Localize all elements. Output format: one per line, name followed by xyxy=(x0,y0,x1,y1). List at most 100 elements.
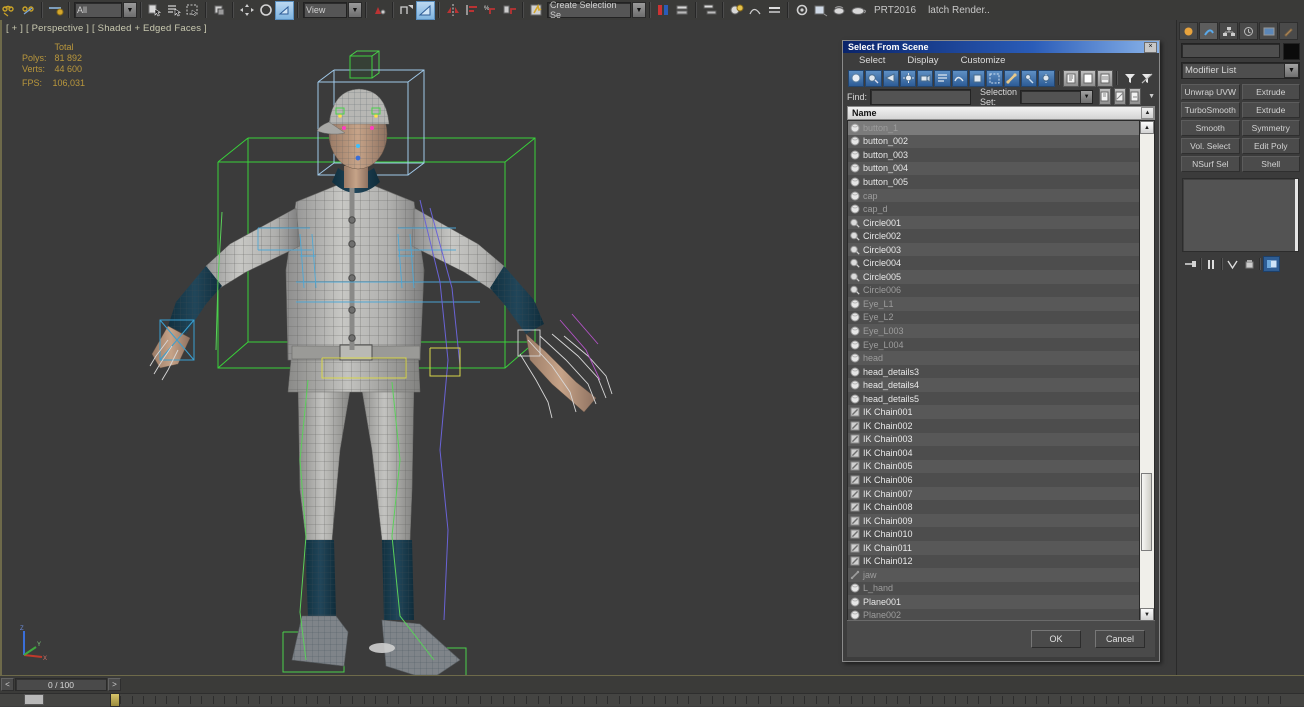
display-bones-icon[interactable] xyxy=(1003,69,1020,87)
motion-tab[interactable] xyxy=(1239,22,1258,40)
timeline-ruler[interactable] xyxy=(0,693,1304,706)
list-vertical-scrollbar[interactable]: ▲ ▼ xyxy=(1139,121,1154,621)
list-item[interactable]: button_004 xyxy=(848,161,1139,176)
list-item[interactable]: IK Chain010 xyxy=(848,527,1139,541)
named-selection-sets-icon[interactable] xyxy=(527,1,546,20)
select-scale-icon[interactable] xyxy=(275,0,294,20)
list-item[interactable]: Eye_L2 xyxy=(848,310,1139,325)
list-item[interactable]: head_details4 xyxy=(848,378,1139,392)
remove-modifier-icon[interactable] xyxy=(1242,257,1257,271)
select-object-icon[interactable] xyxy=(145,1,164,20)
list-item[interactable]: IK Chain006 xyxy=(848,473,1139,487)
cancel-button[interactable]: Cancel xyxy=(1095,630,1145,648)
list-item[interactable]: IK Chain004 xyxy=(848,446,1139,460)
list-item[interactable]: Eye_L003 xyxy=(848,324,1139,338)
key-filter-icon[interactable] xyxy=(24,694,44,705)
edit-selection-set-icon[interactable] xyxy=(1129,88,1142,105)
modifier-button[interactable]: Edit Poly xyxy=(1241,138,1300,154)
modify-tab[interactable] xyxy=(1199,22,1218,40)
use-pivot-center-icon[interactable] xyxy=(370,1,389,20)
list-types-icon[interactable] xyxy=(1062,69,1079,87)
modifier-button[interactable]: Extrude xyxy=(1241,84,1300,100)
list-item[interactable]: IK Chain012 xyxy=(848,554,1139,569)
sort-alphabetical-icon[interactable] xyxy=(1079,69,1097,87)
display-helpers-icon[interactable] xyxy=(934,69,951,87)
curve-editor-icon[interactable] xyxy=(746,1,765,20)
render-setup-icon[interactable] xyxy=(792,1,811,20)
list-item[interactable]: cap xyxy=(848,188,1139,203)
display-xrefs-icon[interactable] xyxy=(986,69,1003,87)
filter-icon[interactable] xyxy=(1121,69,1138,87)
selection-set-name-field[interactable]: Create Selection Se xyxy=(547,0,631,20)
scrollbar-thumb[interactable] xyxy=(1141,473,1152,551)
render-frame-window-icon[interactable] xyxy=(811,1,830,20)
render-production-icon[interactable] xyxy=(830,1,849,20)
dialog-title-bar[interactable]: Select From Scene × xyxy=(843,41,1159,53)
modifier-button[interactable]: Vol. Select xyxy=(1181,138,1240,154)
select-region-icon[interactable] xyxy=(183,1,202,20)
list-item[interactable]: Plane001 xyxy=(848,595,1139,609)
modifier-list-dropdown[interactable]: Modifier List ▼ xyxy=(1181,62,1300,79)
next-frame-button[interactable]: > xyxy=(108,678,121,691)
list-item[interactable]: IK Chain003 xyxy=(848,432,1139,447)
mirror-tool-icon[interactable] xyxy=(654,1,673,20)
display-tab[interactable] xyxy=(1259,22,1278,40)
list-item[interactable]: Circle001 xyxy=(848,215,1139,230)
redo-icon[interactable] xyxy=(19,1,38,20)
display-geometry-icon[interactable] xyxy=(865,69,882,87)
align-icon[interactable] xyxy=(462,1,481,20)
find-input[interactable] xyxy=(870,88,972,105)
scene-object-list[interactable]: button_1 button_002 button_003 button_004 bu… xyxy=(847,120,1155,622)
display-cameras-icon[interactable] xyxy=(917,69,934,87)
object-color-swatch[interactable] xyxy=(1283,43,1300,60)
window-crossing-icon[interactable] xyxy=(210,1,229,20)
pin-stack-icon[interactable] xyxy=(1183,257,1198,271)
list-item[interactable]: Circle002 xyxy=(848,229,1139,243)
list-item[interactable]: L_hand xyxy=(848,581,1139,596)
prev-frame-button[interactable]: < xyxy=(1,678,14,691)
scroll-up-icon[interactable]: ▲ xyxy=(1140,121,1154,134)
list-item[interactable]: IK Chain007 xyxy=(848,486,1139,501)
selection-filter-dropdown-icon[interactable]: ▼ xyxy=(123,2,137,18)
dope-sheet-icon[interactable] xyxy=(765,1,784,20)
list-column-header[interactable]: Name ▲ xyxy=(847,106,1155,120)
undo-icon[interactable] xyxy=(0,1,19,20)
modifier-button[interactable]: Smooth xyxy=(1181,120,1240,136)
configure-sets-icon[interactable] xyxy=(1263,256,1280,272)
select-link-icon[interactable] xyxy=(46,1,65,20)
list-item[interactable]: Eye_L1 xyxy=(848,297,1139,311)
list-item[interactable]: IK Chain011 xyxy=(848,540,1139,555)
sort-by-type-icon[interactable] xyxy=(1097,69,1114,87)
display-shapes-icon[interactable] xyxy=(882,69,899,87)
percent-snap-icon[interactable]: % xyxy=(481,1,500,20)
list-item[interactable]: cap_d xyxy=(848,202,1139,216)
mirror-icon[interactable] xyxy=(443,1,462,20)
layer-manager-icon[interactable] xyxy=(673,1,692,20)
material-editor-icon[interactable] xyxy=(727,1,746,20)
list-item[interactable]: IK Chain009 xyxy=(848,513,1139,528)
reference-coord-field[interactable]: View xyxy=(303,2,347,18)
schematic-view-icon[interactable] xyxy=(700,1,719,20)
selection-set-dropdown-icon[interactable]: ▼ xyxy=(632,2,646,18)
list-item[interactable]: Circle006 xyxy=(848,283,1139,298)
current-frame-field[interactable]: 0 / 100 xyxy=(15,678,107,691)
render-teapot-icon[interactable] xyxy=(849,1,868,20)
list-item[interactable]: Eye_L004 xyxy=(848,337,1139,352)
list-item[interactable]: button_002 xyxy=(848,134,1139,149)
list-item[interactable]: button_005 xyxy=(848,175,1139,189)
display-spacewarps-icon[interactable] xyxy=(951,69,969,87)
list-item[interactable]: Circle005 xyxy=(848,270,1139,284)
remove-selection-set-icon[interactable] xyxy=(1114,88,1127,105)
reference-coord-dropdown-icon[interactable]: ▼ xyxy=(348,2,362,18)
list-item[interactable]: button_1 xyxy=(848,121,1139,135)
list-item[interactable]: jaw xyxy=(848,568,1139,582)
select-by-name-icon[interactable] xyxy=(164,1,183,20)
menu-display[interactable]: Display xyxy=(907,55,938,66)
spinner-snap-icon[interactable] xyxy=(500,1,519,20)
list-item[interactable]: IK Chain002 xyxy=(848,419,1139,433)
display-groups-icon[interactable] xyxy=(969,69,986,87)
add-selection-set-icon[interactable] xyxy=(1099,88,1112,105)
modifier-button[interactable]: Symmetry xyxy=(1241,120,1300,136)
list-item[interactable]: button_003 xyxy=(848,148,1139,162)
utilities-tab[interactable] xyxy=(1279,22,1298,40)
